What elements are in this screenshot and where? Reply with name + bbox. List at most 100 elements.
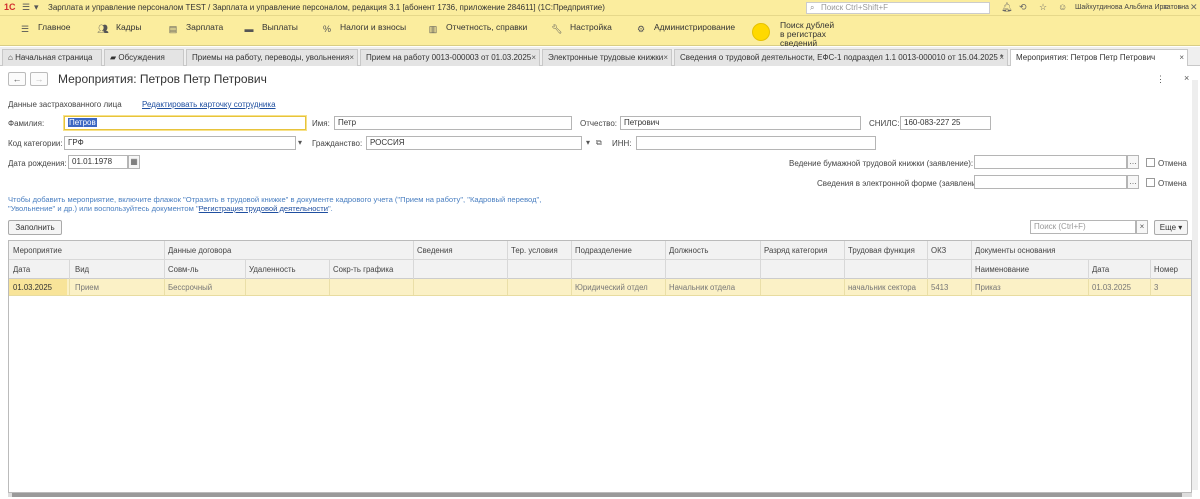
close-tab-icon[interactable]: ×: [999, 50, 1004, 65]
electronic-workbook-cancel-label: Отмена: [1158, 179, 1187, 188]
registration-document-link[interactable]: Регистрация трудовой деятельности: [199, 204, 328, 213]
header-function[interactable]: Трудовая функция: [848, 246, 915, 255]
section-staff[interactable]: 👥︎ Кадры: [96, 16, 141, 46]
sections-panel: ☰ Главное 👥︎ Кадры ▤ Зарплата ▬ Выплаты % Нал…: [0, 16, 1200, 46]
bell-icon[interactable]: 🔔︎: [1001, 2, 1012, 13]
search-icon: ⌕: [810, 3, 815, 12]
electronic-workbook-label: Сведения в электронной форме (заявление)…: [817, 179, 986, 188]
header-terr[interactable]: Тер. условия: [511, 246, 558, 255]
firstname-field[interactable]: Петр: [334, 116, 572, 130]
events-form: ← → Мероприятия: Петров Петр Петрович ⋮ …: [0, 66, 1200, 499]
back-button[interactable]: ←: [8, 72, 26, 86]
header-doc-num[interactable]: Номер: [1154, 265, 1178, 274]
chat-icon: ▰: [110, 53, 117, 62]
header-docs[interactable]: Документы основания: [975, 246, 1056, 255]
snils-field[interactable]: 160-083-227 25: [900, 116, 991, 130]
tab-efs-report[interactable]: Сведения о трудовой деятельности, ЕФС-1 …: [674, 49, 1008, 66]
user-icon[interactable]: ☺: [1058, 2, 1067, 12]
close-window-icon[interactable]: ✕: [1190, 2, 1198, 13]
table-search-input[interactable]: Поиск (Ctrl+F): [1030, 220, 1136, 234]
more-actions-icon[interactable]: ⋮: [1156, 74, 1165, 85]
header-position[interactable]: Должность: [669, 246, 708, 255]
close-tab-icon[interactable]: ×: [531, 50, 536, 65]
header-remote[interactable]: Удаленность: [249, 265, 296, 274]
more-button[interactable]: Еще ▾: [1154, 220, 1188, 235]
vertical-scrollbar[interactable]: [1192, 80, 1198, 490]
header-date[interactable]: Дата: [13, 265, 30, 274]
forward-button[interactable]: →: [30, 72, 48, 86]
category-label: Код категории:: [8, 139, 63, 148]
horizontal-scrollbar[interactable]: [8, 493, 1192, 497]
payments-icon: ▬: [244, 24, 254, 34]
user-name[interactable]: Шайхутдинова Альбина Ирхатовна: [1075, 4, 1189, 11]
header-short[interactable]: Сокр-ть графика: [333, 265, 393, 274]
paper-workbook-select-icon[interactable]: …: [1127, 155, 1139, 169]
citizenship-field[interactable]: РОССИЯ: [366, 136, 582, 150]
section-reports[interactable]: ▥ Отчетность, справки: [426, 16, 528, 46]
electronic-workbook-cancel-checkbox[interactable]: [1146, 178, 1155, 187]
header-rank[interactable]: Разряд категория: [764, 246, 827, 255]
header-contract[interactable]: Данные договора: [168, 246, 231, 255]
percent-icon: %: [322, 24, 331, 34]
header-okz[interactable]: ОКЗ: [931, 246, 946, 255]
patronymic-field[interactable]: Петрович: [620, 116, 861, 130]
electronic-workbook-field[interactable]: [974, 175, 1127, 189]
cell-function: начальник сектора: [848, 283, 916, 292]
fill-button[interactable]: Заполнить: [8, 220, 62, 235]
calendar-icon[interactable]: ▦: [128, 155, 140, 169]
close-tab-icon[interactable]: ×: [1179, 50, 1184, 65]
tab-electronic-workbooks[interactable]: Электронные трудовые книжки ×: [542, 49, 672, 66]
tab-home[interactable]: ⌂ Начальная страница: [2, 49, 102, 66]
inn-label: ИНН:: [612, 139, 632, 148]
cell-doc-num: 3: [1154, 283, 1159, 292]
birthdate-field[interactable]: 01.01.1978: [68, 155, 128, 169]
app-logo: 1С: [4, 2, 16, 12]
section-settings[interactable]: 🔧︎ Настройка: [550, 16, 612, 46]
table-row[interactable]: 01.03.2025 Прием Бессрочный Юридический …: [9, 279, 1191, 296]
tab-discussions[interactable]: ▰ Обсуждения: [104, 49, 184, 66]
section-salary[interactable]: ▤ Зарплата: [166, 16, 223, 46]
tab-hiring-document[interactable]: Прием на работу 0013-000003 от 01.03.202…: [360, 49, 540, 66]
header-doc-date[interactable]: Дата: [1092, 265, 1109, 274]
inn-field[interactable]: [636, 136, 876, 150]
settings-icon[interactable]: ≡: [1163, 2, 1168, 12]
lastname-field[interactable]: Петров: [64, 116, 306, 130]
section-find-duplicates[interactable]: Поиск дублей в регистрах сведений: [752, 21, 862, 48]
close-form-icon[interactable]: ×: [1184, 73, 1189, 83]
snils-label: СНИЛС:: [869, 119, 900, 128]
events-table: Мероприятие Данные договора Сведения Тер…: [8, 240, 1192, 493]
edit-employee-link[interactable]: Редактировать карточку сотрудника: [142, 100, 276, 109]
main-menu-icon[interactable]: ▾: [34, 2, 39, 13]
menu-icon[interactable]: ☰: [22, 2, 30, 13]
paper-workbook-field[interactable]: [974, 155, 1127, 169]
gear-icon: ⚙: [636, 24, 646, 34]
electronic-workbook-select-icon[interactable]: …: [1127, 175, 1139, 189]
open-link-icon[interactable]: ⧉: [596, 138, 602, 148]
close-tab-icon[interactable]: ×: [663, 50, 668, 65]
section-main[interactable]: ☰ Главное: [18, 16, 71, 46]
section-taxes[interactable]: % Налоги и взносы: [320, 16, 406, 46]
header-doc-name[interactable]: Наименование: [975, 265, 1029, 274]
cell-doc-name: Приказ: [975, 283, 1001, 292]
history-icon[interactable]: ⟲: [1019, 2, 1027, 13]
global-search-input[interactable]: ⌕ Поиск Ctrl+Shift+F: [806, 2, 990, 14]
close-tab-icon[interactable]: ×: [349, 50, 354, 65]
minimize-icon[interactable]: –: [1178, 2, 1183, 12]
paper-workbook-cancel-checkbox[interactable]: [1146, 158, 1155, 167]
cell-dept: Юридический отдел: [575, 283, 648, 292]
section-payments[interactable]: ▬ Выплаты: [242, 16, 298, 46]
category-field[interactable]: ГРФ: [64, 136, 296, 150]
section-admin[interactable]: ⚙ Администрирование: [634, 16, 735, 46]
header-dept[interactable]: Подразделение: [575, 246, 632, 255]
header-type[interactable]: Вид: [75, 265, 89, 274]
header-event[interactable]: Мероприятие: [13, 246, 62, 255]
tab-events[interactable]: Мероприятия: Петров Петр Петрович ×: [1010, 49, 1188, 67]
category-dropdown-icon[interactable]: ▾: [298, 138, 302, 147]
scrollbar-thumb[interactable]: [12, 493, 1182, 497]
clear-search-icon[interactable]: ×: [1136, 220, 1148, 234]
header-info[interactable]: Сведения: [417, 246, 453, 255]
citizenship-dropdown-icon[interactable]: ▾: [586, 138, 590, 147]
star-icon[interactable]: ☆: [1039, 2, 1047, 13]
tab-hirings-list[interactable]: Приемы на работу, переводы, увольнения ×: [186, 49, 358, 66]
header-part[interactable]: Совм-ль: [168, 265, 199, 274]
